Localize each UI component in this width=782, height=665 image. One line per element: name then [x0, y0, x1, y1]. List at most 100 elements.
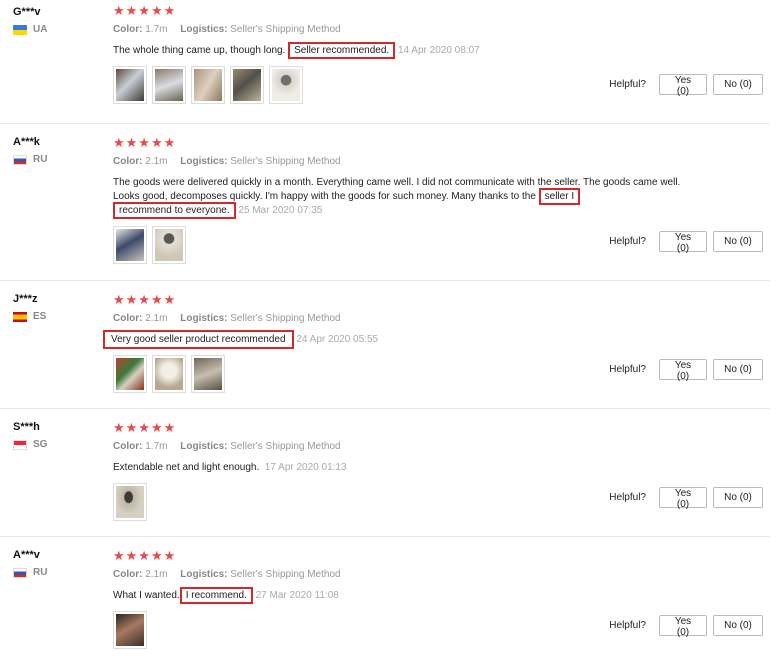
helpful-yes-button[interactable]: Yes (0)	[659, 487, 707, 510]
helpful-vote: Helpful? Yes (0) No (0)	[609, 359, 763, 382]
color-value: 2.1m	[145, 156, 168, 167]
helpful-vote: Helpful? Yes (0) No (0)	[609, 74, 763, 97]
review-photo-thumbnail[interactable]	[230, 66, 264, 104]
russia-flag-icon	[13, 154, 27, 165]
logistics-label: Logistics:	[180, 156, 228, 167]
review-meta: Color: 1.7m Logistics: Seller's Shipping…	[113, 24, 693, 35]
helpful-no-button[interactable]: No (0)	[713, 615, 763, 636]
reviewer-info: S***h SG	[13, 421, 47, 450]
helpful-label: Helpful?	[609, 492, 646, 503]
review-body: ★★★★★ Color: 1.7m Logistics: Seller's Sh…	[113, 421, 693, 521]
review-photos	[113, 226, 693, 264]
review-photo-thumbnail[interactable]	[191, 66, 225, 104]
review-photo-thumbnail[interactable]	[191, 355, 225, 393]
ukraine-flag-icon	[13, 24, 27, 35]
review-photo-thumbnail[interactable]	[113, 355, 147, 393]
review-date: 14 Apr 2020 08:07	[397, 45, 480, 56]
logistics-value: Seller's Shipping Method	[230, 569, 341, 580]
country-code: RU	[33, 567, 48, 578]
country-code: RU	[33, 154, 48, 165]
star-rating: ★★★★★	[113, 292, 177, 307]
review-meta: Color: 2.1m Logistics: Seller's Shipping…	[113, 156, 693, 167]
helpful-label: Helpful?	[609, 364, 646, 375]
reviewer-info: A***v RU	[13, 549, 47, 578]
helpful-yes-button[interactable]: Yes (0)	[659, 359, 707, 382]
logistics-value: Seller's Shipping Method	[230, 441, 341, 452]
color-value: 2.1m	[145, 569, 168, 580]
helpful-label: Helpful?	[609, 79, 646, 90]
review-photo-thumbnail[interactable]	[152, 66, 186, 104]
helpful-label: Helpful?	[609, 620, 646, 631]
logistics-label: Logistics:	[180, 569, 228, 580]
helpful-label: Helpful?	[609, 236, 646, 247]
reviewer-country: SG	[13, 439, 47, 450]
review-photo-thumbnail[interactable]	[152, 355, 186, 393]
review-photo-thumbnail[interactable]	[269, 66, 303, 104]
reviewer-name: G***v	[13, 6, 41, 18]
reviewer-info: A***k RU	[13, 136, 47, 165]
review-photos	[113, 611, 693, 649]
helpful-no-button[interactable]: No (0)	[713, 359, 763, 380]
reviewer-name: A***v	[13, 549, 40, 561]
review-photo-thumbnail[interactable]	[152, 226, 186, 264]
review-date: 17 Apr 2020 01:13	[264, 462, 347, 473]
reviewer-country: ES	[13, 311, 46, 322]
review-photo-thumbnail[interactable]	[113, 66, 147, 104]
country-code: ES	[33, 311, 47, 322]
review-photos	[113, 355, 693, 393]
review-date: 27 Mar 2020 11:08	[255, 590, 339, 601]
helpful-yes-button[interactable]: Yes (0)	[659, 615, 707, 638]
color-value: 1.7m	[145, 441, 168, 452]
color-label: Color:	[113, 441, 143, 452]
review-text-plain: What I wanted.	[113, 590, 180, 601]
logistics-label: Logistics:	[180, 313, 228, 324]
review-text: The whole thing came up, though long. Se…	[113, 42, 693, 59]
color-label: Color:	[113, 24, 143, 35]
country-code: UA	[33, 24, 48, 35]
review-body: ★★★★★ Color: 1.7m Logistics: Seller's Sh…	[113, 4, 693, 104]
review-body: ★★★★★ Color: 2.1m Logistics: Seller's Sh…	[113, 549, 693, 649]
review-meta: Color: 2.1m Logistics: Seller's Shipping…	[113, 569, 693, 580]
review-photo-thumbnail[interactable]	[113, 611, 147, 649]
reviewer-country: UA	[13, 24, 47, 35]
review-body: ★★★★★ Color: 2.1m Logistics: Seller's Sh…	[103, 292, 693, 393]
review-photos	[113, 66, 693, 104]
review-photos	[113, 483, 693, 521]
color-label: Color:	[113, 156, 143, 167]
review-date: 25 Mar 2020 07:35	[238, 205, 323, 216]
review-text-highlight: Seller recommended.	[288, 42, 396, 59]
review-text: Extendable net and light enough. 17 Apr …	[113, 461, 693, 475]
star-rating: ★★★★★	[113, 135, 177, 150]
color-value: 1.7m	[145, 24, 168, 35]
helpful-no-button[interactable]: No (0)	[713, 74, 763, 95]
reviewer-country: RU	[13, 567, 47, 578]
review-meta: Color: 2.1m Logistics: Seller's Shipping…	[113, 313, 693, 324]
review-item: J***z ES ★★★★★ Color: 2.1m Logistics: Se…	[0, 281, 770, 409]
review-text-plain: The whole thing came up, though long.	[113, 45, 286, 56]
helpful-yes-button[interactable]: Yes (0)	[659, 74, 707, 97]
review-date: 24 Apr 2020 05:55	[296, 334, 379, 345]
review-text-plain: The goods were delivered quickly in a mo…	[113, 177, 681, 202]
helpful-vote: Helpful? Yes (0) No (0)	[609, 615, 763, 638]
review-text-highlight: recommend to everyone.	[113, 202, 236, 219]
review-text: Very good seller product recommended 24 …	[103, 330, 693, 349]
review-text: The goods were delivered quickly in a mo…	[113, 176, 685, 219]
helpful-yes-button[interactable]: Yes (0)	[659, 231, 707, 254]
helpful-no-button[interactable]: No (0)	[713, 231, 763, 252]
review-text-plain: Extendable net and light enough.	[113, 462, 260, 473]
country-code: SG	[33, 439, 48, 450]
review-item: A***k RU ★★★★★ Color: 2.1m Logistics: Se…	[0, 124, 770, 281]
color-label: Color:	[113, 569, 143, 580]
review-text: What I wanted. I recommend. 27 Mar 2020 1…	[113, 587, 693, 604]
spain-flag-icon	[13, 311, 27, 322]
color-label: Color:	[113, 313, 143, 324]
helpful-no-button[interactable]: No (0)	[713, 487, 763, 508]
reviewer-info: J***z ES	[13, 293, 46, 322]
star-rating: ★★★★★	[113, 3, 177, 18]
helpful-vote: Helpful? Yes (0) No (0)	[609, 231, 763, 254]
review-photo-thumbnail[interactable]	[113, 226, 147, 264]
review-meta: Color: 1.7m Logistics: Seller's Shipping…	[113, 441, 693, 452]
review-item: A***v RU ★★★★★ Color: 2.1m Logistics: Se…	[0, 537, 770, 665]
review-photo-thumbnail[interactable]	[113, 483, 147, 521]
review-body: ★★★★★ Color: 2.1m Logistics: Seller's Sh…	[113, 136, 693, 264]
